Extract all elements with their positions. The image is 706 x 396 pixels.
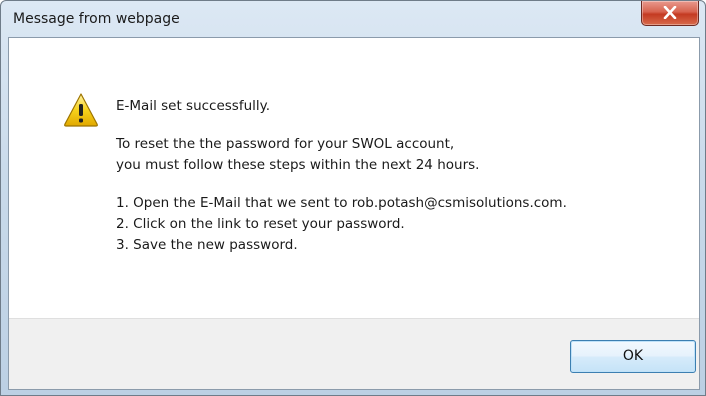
dialog-body: E-Mail set successfully. To reset the th… — [8, 37, 700, 390]
dialog-title: Message from webpage — [13, 11, 180, 27]
message-dialog: Message from webpage E-Mail set successf… — [0, 0, 706, 396]
warning-icon — [64, 93, 98, 127]
close-button[interactable] — [641, 1, 699, 26]
message-intro-line: To reset the the password for your SWOL … — [116, 136, 455, 152]
button-bar: OK — [9, 318, 699, 389]
message-headline: E-Mail set successfully. — [116, 98, 271, 114]
ok-button[interactable]: OK — [570, 340, 696, 373]
message-step: 3. Save the new password. — [116, 237, 298, 253]
message-intro-line: you must follow these steps within the n… — [116, 157, 480, 173]
close-icon — [663, 6, 677, 19]
message-area: E-Mail set successfully. To reset the th… — [9, 38, 699, 318]
title-bar[interactable]: Message from webpage — [1, 1, 705, 37]
message-text: E-Mail set successfully. To reset the th… — [116, 96, 691, 256]
message-step: 1. Open the E-Mail that we sent to rob.p… — [116, 195, 567, 211]
message-step: 2. Click on the link to reset your passw… — [116, 216, 405, 232]
